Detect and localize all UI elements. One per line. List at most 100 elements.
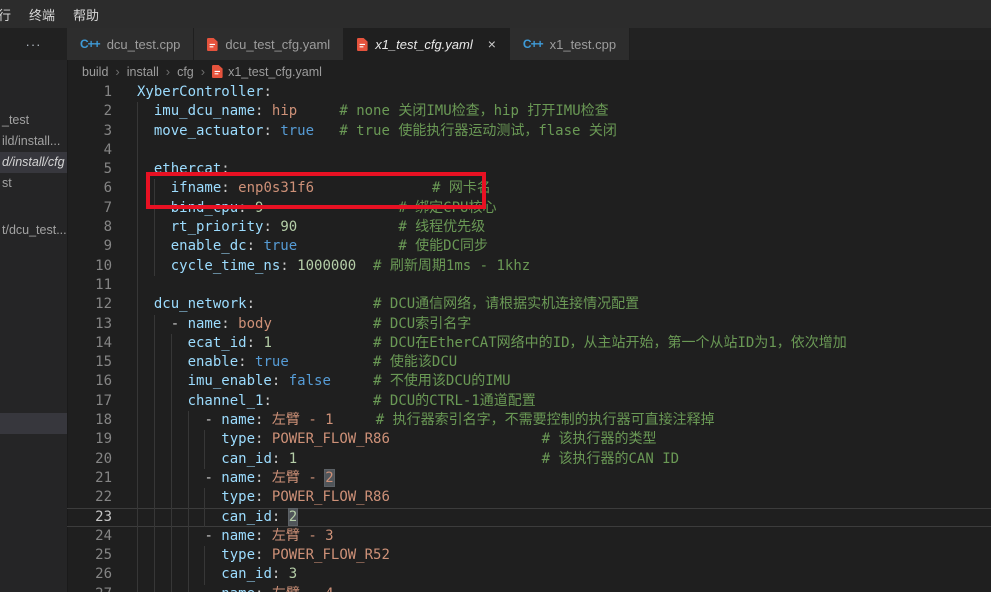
code-line-16[interactable]: 16 imu_enable: false # 不使用该DCU的IMU: [67, 372, 991, 391]
code-line-2[interactable]: 2 imu_dcu_name: hip # none 关闭IMU检查，hip 打…: [67, 102, 991, 121]
code-line-27[interactable]: 27 - name: 左臂 - 4: [67, 585, 991, 592]
token-w: [297, 219, 398, 235]
code-line-8[interactable]: 8 rt_priority: 90 # 线程优先级: [67, 218, 991, 237]
code-line-3[interactable]: 3 move_actuator: true # true 使能执行器运动测试，f…: [67, 122, 991, 141]
code-content: ethercat:: [137, 160, 991, 179]
code-content: - name: body # DCU索引名字: [137, 315, 991, 334]
code-content: [137, 141, 991, 160]
menu-item-1[interactable]: 终端: [20, 0, 64, 28]
code-line-17[interactable]: 17 channel_1: # DCU的CTRL-1通道配置: [67, 392, 991, 411]
line-number: 16: [67, 372, 112, 391]
breadcrumb-item-build[interactable]: build: [82, 65, 108, 79]
sidebar-item[interactable]: _test: [0, 110, 68, 131]
token-w: [137, 393, 188, 409]
token-w: [255, 296, 373, 312]
code-line-11[interactable]: 11: [67, 276, 991, 295]
menu-item-0[interactable]: 行: [0, 0, 20, 28]
code-line-4[interactable]: 4: [67, 141, 991, 160]
code-content: bind_cpu: 9 # 绑定CPU核心: [137, 199, 991, 218]
token-w: [280, 566, 288, 582]
menu-item-2[interactable]: 帮助: [64, 0, 108, 28]
code-line-24[interactable]: 24 - name: 左臂 - 3: [67, 527, 991, 546]
code-line-5[interactable]: 5 ethercat:: [67, 160, 991, 179]
token-w: [390, 431, 542, 447]
code-line-18[interactable]: 18 - name: 左臂 - 1 # 执行器索引名字，不需要控制的执行器可直接…: [67, 411, 991, 430]
code-content: - name: 左臂 - 1 # 执行器索引名字，不需要控制的执行器可直接注释掉: [137, 411, 991, 430]
code-line-26[interactable]: 26 can_id: 3: [67, 565, 991, 584]
token-c: # 使能DC同步: [398, 238, 488, 254]
token-w: [272, 393, 373, 409]
tab-x1_test_cfg.yaml[interactable]: x1_test_cfg.yaml×: [344, 28, 510, 60]
token-p: :: [238, 354, 246, 370]
line-number: 5: [67, 160, 112, 179]
breadcrumb-item-install[interactable]: install: [127, 65, 159, 79]
indent-guide: [137, 141, 138, 160]
tab-list: C++dcu_test.cppdcu_test_cfg.yamlx1_test_…: [67, 28, 991, 60]
occurrence-highlight: 2: [289, 509, 297, 525]
line-number: 9: [67, 237, 112, 256]
token-w: [314, 123, 339, 139]
token-k: can_id: [221, 509, 272, 525]
token-p: :: [247, 335, 255, 351]
token-w: [297, 238, 398, 254]
code-line-14[interactable]: 14 ecat_id: 1 # DCU在EtherCAT网络中的ID，从主站开始…: [67, 334, 991, 353]
token-k: imu_enable: [188, 373, 272, 389]
tab-dcu_test_cfg.yaml[interactable]: dcu_test_cfg.yaml: [194, 28, 344, 60]
sidebar-item[interactable]: t/dcu_test...: [0, 220, 68, 241]
code-content: can_id: 3: [137, 565, 991, 584]
token-w: [356, 258, 373, 274]
code-line-21[interactable]: 21 - name: 左臂 - 2: [67, 469, 991, 488]
code-line-25[interactable]: 25 type: POWER_FLOW_R52: [67, 546, 991, 565]
yaml-file-icon: [212, 65, 223, 78]
sidebar-item[interactable]: ild/install...: [0, 131, 68, 152]
token-d: -: [204, 470, 221, 486]
token-n: 1000000: [297, 258, 356, 274]
line-number: 17: [67, 392, 112, 411]
sidebar-item[interactable]: st: [0, 173, 68, 194]
token-b: false: [289, 373, 331, 389]
code-line-22[interactable]: 22 type: POWER_FLOW_R86: [67, 488, 991, 507]
breadcrumb-item-x1_test_cfg.yaml[interactable]: x1_test_cfg.yaml: [212, 65, 322, 79]
code-line-6[interactable]: 6 ifname: enp0s31f6 # 网卡名: [67, 179, 991, 198]
token-w: [263, 103, 271, 119]
code-line-9[interactable]: 9 enable_dc: true # 使能DC同步: [67, 237, 991, 256]
token-w: [137, 451, 221, 467]
breadcrumb-item-cfg[interactable]: cfg: [177, 65, 194, 79]
token-w: [263, 200, 398, 216]
token-k: imu_dcu_name: [154, 103, 255, 119]
more-actions-icon[interactable]: ···: [0, 28, 67, 60]
line-number: 18: [67, 411, 112, 430]
tab-x1_test.cpp[interactable]: C++x1_test.cpp: [510, 28, 630, 60]
token-s: POWER_FLOW_R86: [272, 489, 390, 505]
code-line-12[interactable]: 12 dcu_network: # DCU通信网络，请根据实机连接情况配置: [67, 295, 991, 314]
editor[interactable]: 1XyberController:2 imu_dcu_name: hip # n…: [67, 83, 991, 592]
token-c: # 网卡名: [432, 180, 491, 196]
code-line-1[interactable]: 1XyberController:: [67, 83, 991, 102]
token-k: name: [221, 470, 255, 486]
code-content: enable: true # 使能该DCU: [137, 353, 991, 372]
code-content: type: POWER_FLOW_R86 # 该执行器的类型: [137, 430, 991, 449]
close-icon[interactable]: ×: [488, 37, 496, 51]
code-line-23[interactable]: 23 can_id: 2: [67, 508, 991, 527]
sidebar-item[interactable]: d/install/cfg: [0, 152, 68, 173]
token-c: # DCU在EtherCAT网络中的ID，从主站开始，第一个从站ID为1，依次增…: [373, 335, 847, 351]
code-line-10[interactable]: 10 cycle_time_ns: 1000000 # 刷新周期1ms - 1k…: [67, 257, 991, 276]
token-w: [247, 200, 255, 216]
token-w: [137, 470, 204, 486]
line-number: 6: [67, 179, 112, 198]
tab-dcu_test.cpp[interactable]: C++dcu_test.cpp: [67, 28, 194, 60]
token-k: type: [221, 547, 255, 563]
code-line-13[interactable]: 13 - name: body # DCU索引名字: [67, 315, 991, 334]
token-w: [137, 489, 221, 505]
code-line-15[interactable]: 15 enable: true # 使能该DCU: [67, 353, 991, 372]
line-number: 20: [67, 450, 112, 469]
code-line-19[interactable]: 19 type: POWER_FLOW_R86 # 该执行器的类型: [67, 430, 991, 449]
code-line-7[interactable]: 7 bind_cpu: 9 # 绑定CPU核心: [67, 199, 991, 218]
token-p: :: [221, 316, 229, 332]
code-line-20[interactable]: 20 can_id: 1 # 该执行器的CAN ID: [67, 450, 991, 469]
sidebar-item[interactable]: [0, 413, 68, 434]
token-p: :: [221, 161, 229, 177]
code-content: cycle_time_ns: 1000000 # 刷新周期1ms - 1khz: [137, 257, 991, 276]
token-w: [137, 200, 171, 216]
line-number: 23: [67, 508, 112, 527]
